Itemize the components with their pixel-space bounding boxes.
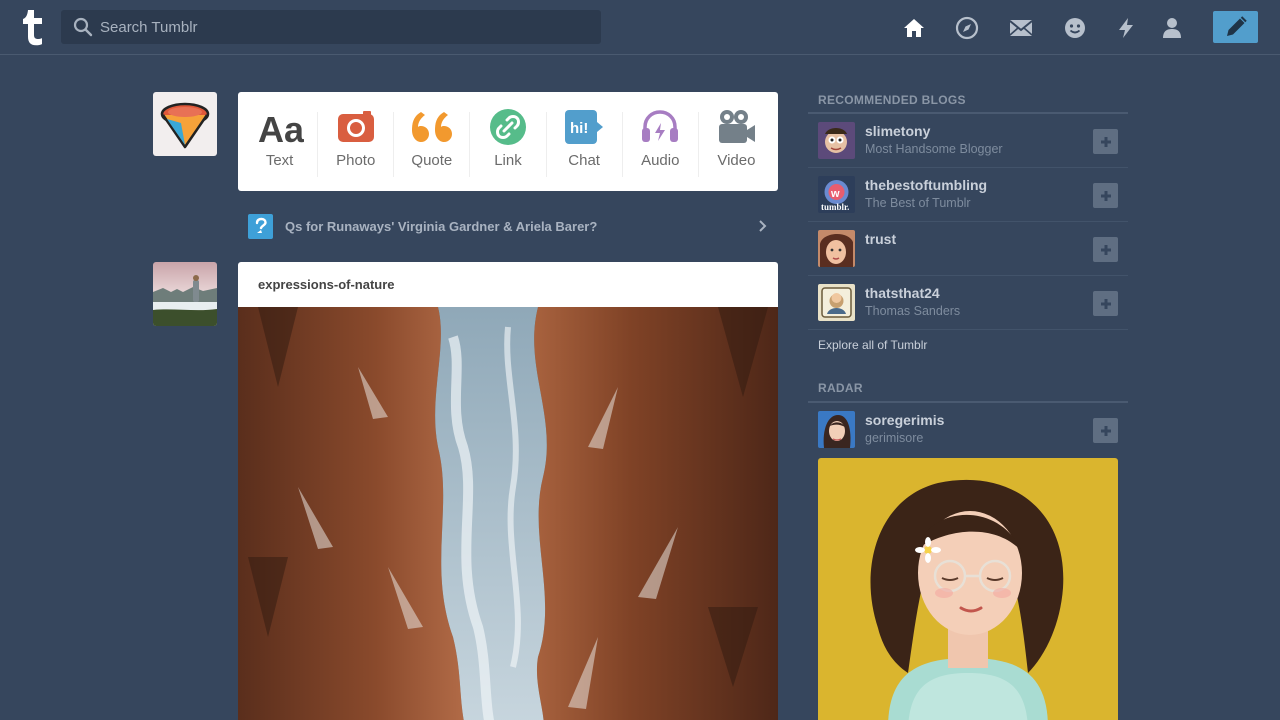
post-type-link[interactable]: Link [470,109,547,177]
recommended-blog-row[interactable]: slimetony Most Handsome Blogger [808,114,1128,168]
radar-title: RADAR [818,381,863,395]
follow-button[interactable] [1093,129,1118,154]
blog-avatar[interactable]: w tumblr. [818,176,855,213]
pencil-icon [1226,16,1247,36]
follow-button[interactable] [1093,183,1118,208]
search-bar[interactable] [61,10,601,44]
blog-avatar[interactable] [818,284,855,321]
search-icon [73,17,93,37]
plus-icon [1100,136,1111,147]
quote-icon [411,112,452,142]
plus-icon [1100,298,1111,309]
radar-post-illustration[interactable] [818,458,1118,720]
post-type-photo[interactable]: Photo [318,111,395,177]
top-navigation-bar [0,0,1280,55]
recommended-blog-row[interactable]: trust [808,222,1128,276]
account-icon[interactable] [1160,16,1184,40]
post-blog-name[interactable]: expressions-of-nature [258,277,395,292]
svg-text:hi!: hi! [570,120,588,137]
link-icon [489,109,526,145]
headphones-icon [642,110,679,142]
post-type-text[interactable]: Aa Text [242,109,319,177]
chat-icon: hi! [565,110,604,144]
post-photo-canyon-river[interactable] [238,307,778,720]
follow-button[interactable] [1093,237,1118,262]
post-type-label: Photo [336,152,376,169]
follow-button[interactable] [1093,418,1118,443]
video-camera-icon [719,110,756,143]
search-input[interactable] [100,12,580,42]
post-type-quote[interactable]: Quote [394,112,471,177]
explore-icon[interactable] [955,16,979,40]
svg-text:w: w [830,188,840,200]
recommended-blog-row[interactable]: w tumblr. thebestoftumbling The Best of T… [808,168,1128,222]
recommended-blog-row[interactable]: thatsthat24 Thomas Sanders [808,276,1128,330]
post-type-label: Chat [568,152,600,169]
blog-name[interactable]: slimetony [865,123,930,139]
svg-text:Aa: Aa [258,109,304,146]
post-type-audio[interactable]: Audio [623,110,699,177]
post-type-label: Quote [411,152,453,169]
plus-icon [1100,425,1111,436]
post-type-label: Video [717,152,756,169]
blog-name[interactable]: trust [865,231,896,247]
inbox-icon[interactable] [1009,16,1033,40]
chevron-right-icon [759,220,767,232]
home-icon[interactable] [902,16,926,40]
post-type-label: Audio [641,152,680,169]
blog-avatar[interactable] [818,230,855,267]
blog-name[interactable]: soregerimis [865,412,944,428]
post-type-chat[interactable]: hi! Chat [547,110,623,177]
blog-name[interactable]: thebestoftumbling [865,177,987,193]
my-blog-avatar[interactable] [153,92,217,156]
blog-avatar[interactable] [818,411,855,448]
svg-text:tumblr.: tumblr. [821,202,849,212]
question-icon [248,213,273,239]
blog-title: gerimisore [865,431,924,445]
blog-title: The Best of Tumblr [865,196,971,210]
blog-title: Thomas Sanders [865,304,961,318]
messaging-icon[interactable] [1063,16,1087,40]
plus-icon [1100,244,1111,255]
post-type-label: Link [494,152,522,169]
activity-icon[interactable] [1114,16,1138,40]
follow-button[interactable] [1093,291,1118,316]
blog-name[interactable]: thatsthat24 [865,285,940,301]
plus-icon [1100,190,1111,201]
dashboard-post: expressions-of-nature [238,262,778,720]
post-type-label: Text [265,152,294,169]
blog-title: Most Handsome Blogger [865,142,1003,156]
question-banner-text: Qs for Runaways' Virginia Gardner & Arie… [285,218,598,234]
blog-avatar[interactable] [818,122,855,159]
post-type-selector: Aa Text Photo Quote Link hi! Chat Audio … [238,92,778,191]
text-icon: Aa [258,109,304,146]
explore-all-link[interactable]: Explore all of Tumblr [818,338,927,352]
recommended-blogs-title: RECOMMENDED BLOGS [818,93,966,107]
question-banner[interactable]: Qs for Runaways' Virginia Gardner & Arie… [238,206,778,246]
compose-button[interactable] [1213,11,1258,43]
post-author-avatar[interactable] [153,262,217,326]
tumblr-logo-icon[interactable] [18,8,46,46]
post-header: expressions-of-nature [238,262,778,307]
post-type-video[interactable]: Video [699,110,774,177]
camera-icon [337,111,374,142]
radar-blog-row[interactable]: soregerimis gerimisore [808,403,1128,457]
